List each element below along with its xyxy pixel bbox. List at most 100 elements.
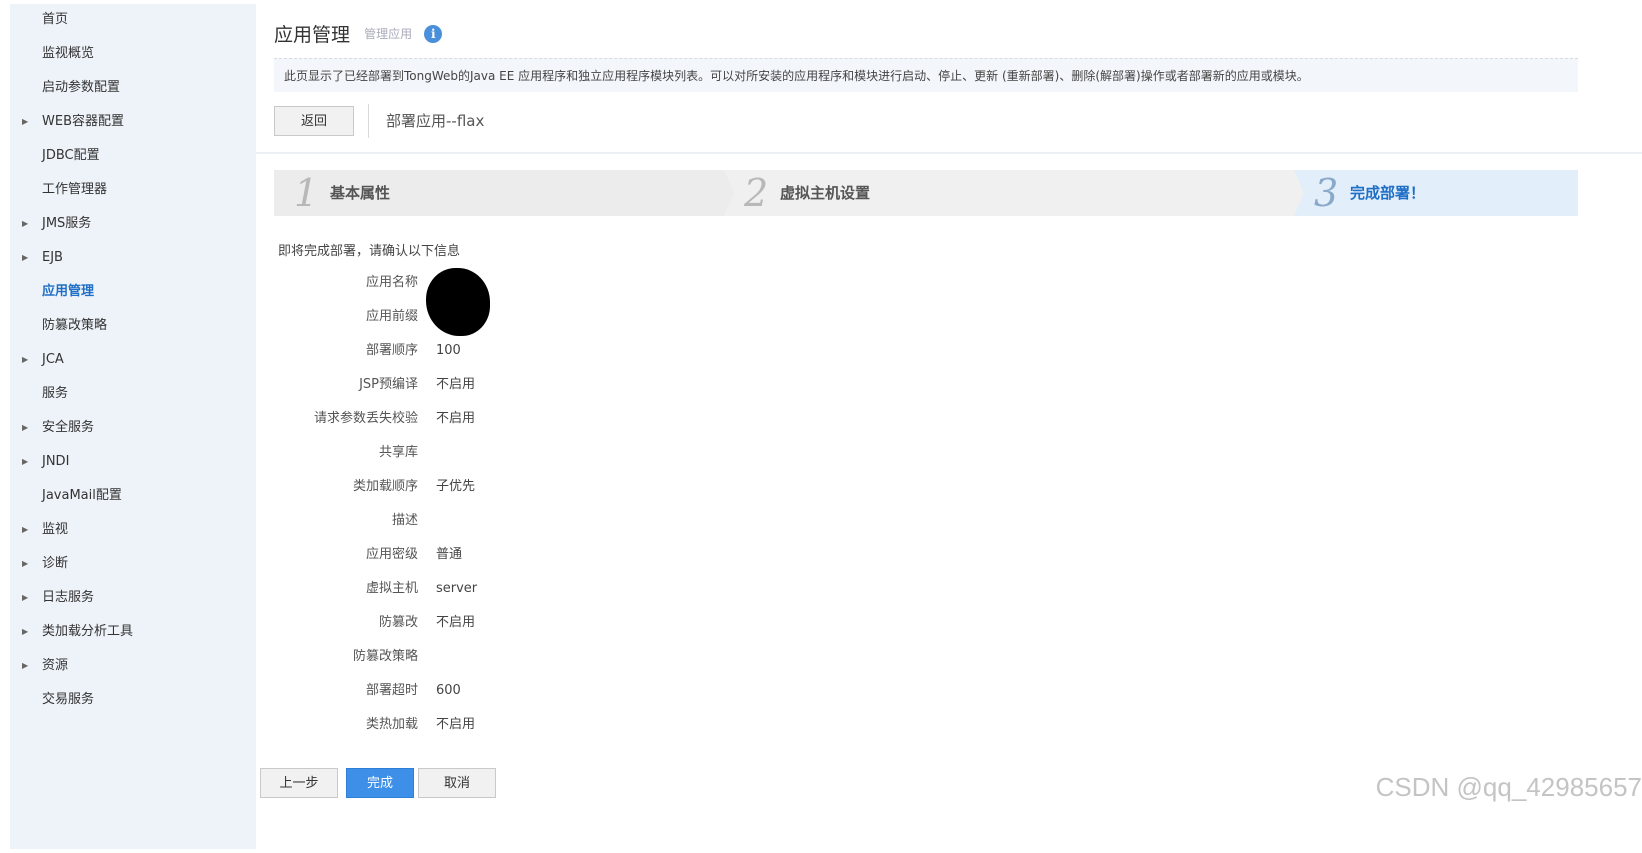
field-value: 100 bbox=[436, 343, 461, 358]
expand-arrow-icon[interactable]: ▶ bbox=[22, 653, 28, 679]
expand-arrow-icon[interactable]: ▶ bbox=[22, 211, 28, 237]
sidebar-item-work-manager[interactable]: 工作管理器 bbox=[10, 177, 256, 203]
expand-arrow-icon[interactable]: ▶ bbox=[22, 551, 28, 577]
sidebar-item-tamper-policy[interactable]: 防篡改策略 bbox=[10, 313, 256, 339]
step-label: 完成部署！ bbox=[1350, 184, 1426, 202]
step-number: 3 bbox=[1314, 171, 1339, 215]
wizard-steps: 1 基本属性 2 虚拟主机设置 3 完成部署！ bbox=[274, 170, 1578, 216]
sidebar-item-label: 防篡改策略 bbox=[42, 318, 108, 333]
field-value: 不启用 bbox=[436, 411, 476, 426]
page-title: 应用管理 bbox=[274, 24, 351, 46]
field-value: 子优先 bbox=[436, 479, 476, 494]
expand-arrow-icon[interactable]: ▶ bbox=[22, 347, 28, 373]
step-number: 1 bbox=[294, 171, 319, 215]
sidebar-item-label: EJB bbox=[42, 250, 63, 265]
field-label: 虚拟主机 bbox=[365, 581, 418, 596]
step-number: 2 bbox=[744, 171, 769, 215]
prev-step-button[interactable]: 上一步 bbox=[260, 768, 338, 798]
sidebar-item-resources[interactable]: ▶ 资源 bbox=[10, 653, 256, 679]
sidebar-item-jndi[interactable]: ▶ JNDI bbox=[10, 449, 256, 475]
expand-arrow-icon[interactable]: ▶ bbox=[22, 585, 28, 611]
sidebar-item-diagnostics[interactable]: ▶ 诊断 bbox=[10, 551, 256, 577]
field-label: 部署超时 bbox=[365, 683, 418, 698]
sidebar-item-services[interactable]: 服务 bbox=[10, 381, 256, 407]
expand-arrow-icon[interactable]: ▶ bbox=[22, 449, 28, 475]
sidebar-item-web-container[interactable]: ▶ WEB容器配置 bbox=[10, 109, 256, 135]
page-header: 应用管理 管理应用 i bbox=[274, 20, 443, 46]
sidebar-item-jms[interactable]: ▶ JMS服务 bbox=[10, 211, 256, 237]
page-description: 此页显示了已经部署到TongWeb的Java EE 应用程序和独立应用程序模块列… bbox=[274, 58, 1578, 92]
expand-arrow-icon[interactable]: ▶ bbox=[22, 109, 28, 135]
page-subtitle: 管理应用 bbox=[364, 27, 413, 41]
sidebar-item-label: 工作管理器 bbox=[42, 182, 108, 197]
field-label: 共享库 bbox=[378, 445, 418, 460]
sidebar-item-label: 安全服务 bbox=[42, 420, 95, 435]
sidebar-item-transaction[interactable]: 交易服务 bbox=[10, 687, 256, 713]
field-label: 防篡改 bbox=[378, 615, 418, 630]
field-value: 不启用 bbox=[436, 717, 476, 732]
redaction-blot bbox=[426, 268, 490, 336]
wizard-step-virtual-host: 2 虚拟主机设置 bbox=[724, 170, 1294, 216]
step-chevron bbox=[1294, 170, 1304, 216]
sidebar-item-label: 诊断 bbox=[42, 556, 69, 571]
field-label: 防篡改策略 bbox=[352, 649, 418, 664]
watermark: CSDN @qq_42985657 bbox=[1375, 772, 1642, 802]
confirm-message: 即将完成部署，请确认以下信息 bbox=[278, 244, 461, 259]
field-label: 描述 bbox=[391, 513, 418, 528]
sidebar-item-label: JMS服务 bbox=[42, 216, 92, 231]
sidebar-item-app-management[interactable]: 应用管理 bbox=[10, 279, 256, 305]
field-label: 类热加载 bbox=[365, 717, 418, 732]
sidebar-item-label: 服务 bbox=[42, 386, 69, 401]
field-value: 不启用 bbox=[436, 377, 476, 392]
sidebar-item-label: JavaMail配置 bbox=[42, 488, 122, 503]
sidebar-item-startup-params[interactable]: 启动参数配置 bbox=[10, 75, 256, 101]
step-label: 虚拟主机设置 bbox=[780, 184, 871, 202]
wizard-step-finish: 3 完成部署！ bbox=[1294, 170, 1578, 216]
sidebar-item-label: JCA bbox=[42, 352, 64, 367]
sidebar-item-label: 交易服务 bbox=[42, 692, 95, 707]
expand-arrow-icon[interactable]: ▶ bbox=[22, 517, 28, 543]
sidebar-item-label: JNDI bbox=[42, 454, 70, 469]
expand-arrow-icon[interactable]: ▶ bbox=[22, 415, 28, 441]
sidebar-item-ejb[interactable]: ▶ EJB bbox=[10, 245, 256, 271]
sidebar-item-security[interactable]: ▶ 安全服务 bbox=[10, 415, 256, 441]
field-label: JSP预编译 bbox=[359, 377, 418, 392]
field-label: 应用密级 bbox=[365, 547, 418, 562]
sidebar-item-label: 监视概览 bbox=[42, 46, 95, 61]
field-label: 应用前缀 bbox=[365, 309, 418, 324]
divider bbox=[256, 152, 1642, 154]
sidebar-item-monitoring[interactable]: ▶ 监视 bbox=[10, 517, 256, 543]
sidebar-item-label: 类加载分析工具 bbox=[42, 624, 134, 639]
expand-arrow-icon[interactable]: ▶ bbox=[22, 619, 28, 645]
sidebar-item-label: 启动参数配置 bbox=[42, 80, 121, 95]
field-label: 部署顺序 bbox=[365, 343, 418, 358]
field-value: 不启用 bbox=[436, 615, 476, 630]
sidebar-item-label: JDBC配置 bbox=[42, 148, 100, 163]
breadcrumb: 部署应用--flax bbox=[386, 112, 485, 130]
step-chevron bbox=[724, 170, 734, 216]
step-label: 基本属性 bbox=[330, 184, 391, 202]
expand-arrow-icon[interactable]: ▶ bbox=[22, 245, 28, 271]
field-value: server bbox=[436, 581, 478, 596]
sidebar-item-jdbc[interactable]: JDBC配置 bbox=[10, 143, 256, 169]
sidebar-item-home[interactable]: 首页 bbox=[10, 7, 256, 33]
sidebar-item-jca[interactable]: ▶ JCA bbox=[10, 347, 256, 373]
sidebar-item-logging[interactable]: ▶ 日志服务 bbox=[10, 585, 256, 611]
sidebar-item-classloader-tool[interactable]: ▶ 类加载分析工具 bbox=[10, 619, 256, 645]
sidebar-item-label: WEB容器配置 bbox=[42, 114, 124, 129]
divider bbox=[368, 104, 369, 138]
field-value: 600 bbox=[436, 683, 461, 698]
field-label: 请求参数丢失校验 bbox=[313, 411, 418, 426]
field-label: 类加载顺序 bbox=[352, 479, 418, 494]
main-content: 应用管理 管理应用 i 此页显示了已经部署到TongWeb的Java EE 应用… bbox=[256, 0, 1642, 853]
sidebar-item-label: 首页 bbox=[42, 12, 69, 27]
finish-button[interactable]: 完成 bbox=[346, 768, 414, 798]
field-value: 普通 bbox=[436, 547, 463, 562]
sidebar-item-javamail[interactable]: JavaMail配置 bbox=[10, 483, 256, 509]
cancel-button[interactable]: 取消 bbox=[418, 768, 496, 798]
sidebar-item-label: 应用管理 bbox=[42, 284, 95, 299]
sidebar-item-monitor-overview[interactable]: 监视概览 bbox=[10, 41, 256, 67]
back-button[interactable]: 返回 bbox=[274, 106, 354, 136]
wizard-step-basic-properties: 1 基本属性 bbox=[274, 170, 724, 216]
info-icon[interactable]: i bbox=[424, 24, 443, 43]
